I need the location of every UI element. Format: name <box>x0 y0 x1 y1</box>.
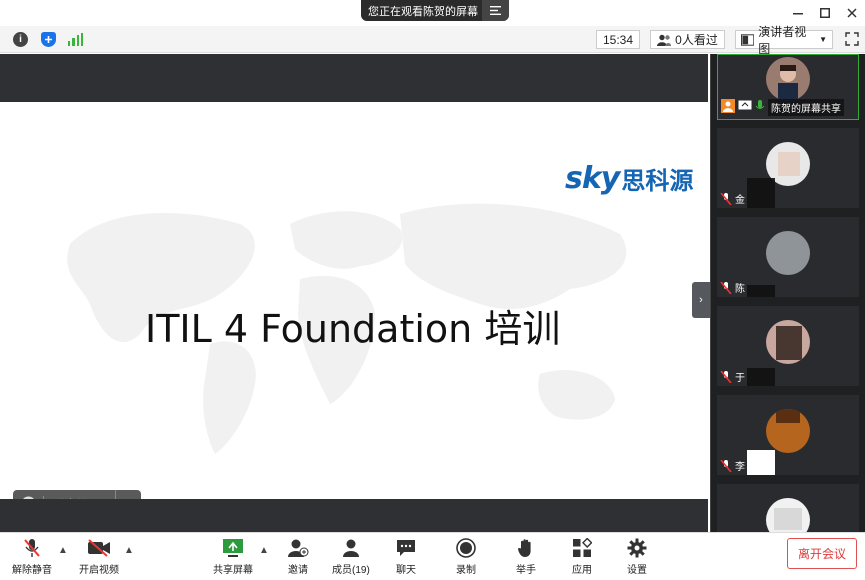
mic-muted-icon <box>720 191 732 206</box>
participant-name: 于 <box>735 373 745 384</box>
hand-icon <box>514 537 538 559</box>
members-icon <box>339 537 363 559</box>
logo-cn-text: 思科源 <box>621 167 694 195</box>
record-icon <box>454 537 478 559</box>
top-band <box>0 54 708 102</box>
participant-name: 陈 <box>735 284 745 295</box>
meeting-toolbar: 解除静音 ▲ 开启视频 ▲ 共享屏幕 ▲ 邀请 成员(19) 聊天 录制 举手 … <box>0 532 865 580</box>
tile-label: 李 <box>717 458 745 473</box>
tile-label: 金 <box>717 191 745 206</box>
mic-icon <box>755 99 765 116</box>
participant-name: 李 <box>735 462 745 473</box>
mic-muted-icon <box>20 537 44 559</box>
raise-hand-label: 举手 <box>516 565 536 576</box>
info-bar: i 15:34 0人看过 演讲者视图 ▼ <box>0 25 865 56</box>
panel-toggle-button[interactable]: › <box>692 282 710 318</box>
apps-button[interactable]: 应用 <box>570 537 594 576</box>
list-icon[interactable] <box>482 0 509 21</box>
screen-share-icon <box>738 100 752 115</box>
chevron-down-icon: ▼ <box>819 35 827 44</box>
viewing-indicator[interactable]: 您正在观看陈贺的屏幕 <box>361 0 509 21</box>
chat-button[interactable]: 聊天 <box>394 537 418 576</box>
chat-label: 聊天 <box>396 565 416 576</box>
share-screen-label: 共享屏幕 <box>213 565 253 576</box>
settings-button[interactable]: 设置 <box>625 537 649 576</box>
members-button[interactable]: 成员(19) <box>332 537 370 576</box>
participant-name: 金 <box>735 195 745 206</box>
unmute-button[interactable]: 解除静音 <box>12 537 52 576</box>
participants-panel: 陈贺的屏幕共享 金 陈 于 李 <box>710 54 865 532</box>
chevron-up-icon[interactable]: ▲ <box>58 545 68 556</box>
invite-label: 邀请 <box>288 565 308 576</box>
start-video-label: 开启视频 <box>79 565 119 576</box>
settings-label: 设置 <box>627 565 647 576</box>
raise-hand-button[interactable]: 举手 <box>514 537 538 576</box>
invite-button[interactable]: 邀请 <box>286 537 310 576</box>
record-label: 录制 <box>456 565 476 576</box>
viewing-text: 您正在观看陈贺的屏幕 <box>368 5 478 18</box>
avatar <box>766 320 810 364</box>
participant-tile[interactable]: 金 <box>717 128 859 208</box>
add-person-icon <box>286 537 310 559</box>
apps-icon <box>570 537 594 559</box>
meeting-clock: 15:34 <box>596 30 640 49</box>
participant-tile[interactable]: 于 <box>717 306 859 386</box>
shield-icon[interactable] <box>41 32 56 47</box>
members-label: 成员(19) <box>332 565 370 576</box>
logo-sky-text: sky <box>565 161 620 196</box>
info-icon[interactable]: i <box>13 32 28 47</box>
host-icon <box>721 99 735 116</box>
viewers-label: 0人看过 <box>675 33 718 47</box>
privacy-mask <box>747 368 775 386</box>
privacy-mask <box>747 450 775 475</box>
participant-tile[interactable] <box>717 484 859 532</box>
mic-muted-icon <box>720 280 732 295</box>
signal-icon[interactable] <box>68 33 83 46</box>
unmute-label: 解除静音 <box>12 565 52 576</box>
share-screen-button[interactable]: 共享屏幕 <box>213 537 253 576</box>
mic-muted-icon <box>720 458 732 473</box>
record-button[interactable]: 录制 <box>454 537 478 576</box>
avatar <box>766 498 810 532</box>
participant-tile[interactable]: 陈 <box>717 217 859 297</box>
layout-icon <box>741 33 755 46</box>
tile-label: 陈 <box>717 280 745 295</box>
tile-label: 于 <box>717 369 745 384</box>
slide-title: ITIL 4 Foundation 培训 <box>145 307 561 351</box>
view-mode-label: 演讲者视图 <box>758 24 807 56</box>
title-bar: 您正在观看陈贺的屏幕 <box>0 0 865 26</box>
screen-share-icon <box>221 537 245 559</box>
privacy-mask <box>747 178 775 208</box>
chat-icon <box>394 537 418 559</box>
privacy-mask <box>747 285 775 297</box>
view-mode-dropdown[interactable]: 演讲者视图 ▼ <box>735 25 833 56</box>
chevron-up-icon[interactable]: ▲ <box>259 545 269 556</box>
avatar <box>766 409 810 453</box>
start-video-button[interactable]: 开启视频 <box>79 537 119 576</box>
participant-tile[interactable]: 李 <box>717 395 859 475</box>
mic-muted-icon <box>720 369 732 384</box>
chevron-up-icon[interactable]: ▲ <box>124 545 134 556</box>
participant-name: 陈贺的屏幕共享 <box>768 99 844 116</box>
shared-screen: sky 思科源 ITIL 4 Foundation 培训 说点什么... ‹ <box>0 54 708 532</box>
avatar <box>766 57 810 101</box>
participant-tile-host[interactable]: 陈贺的屏幕共享 <box>717 54 859 120</box>
fullscreen-icon[interactable] <box>845 32 859 46</box>
brand-logo: sky 思科源 <box>565 161 693 196</box>
bottom-band <box>0 499 708 532</box>
apps-label: 应用 <box>572 565 592 576</box>
meeting-window: 您正在观看陈贺的屏幕 i 15:34 0人看过 演讲者视图 ▼ sky 思科源 … <box>0 0 865 580</box>
gear-icon <box>625 537 649 559</box>
viewers-button[interactable]: 0人看过 <box>650 30 725 49</box>
close-icon[interactable] <box>838 0 865 26</box>
tile-label: 陈贺的屏幕共享 <box>718 99 844 116</box>
person-icon <box>657 34 672 46</box>
video-off-icon <box>87 537 111 559</box>
leave-meeting-button[interactable]: 离开会议 <box>787 538 857 569</box>
avatar <box>766 231 810 275</box>
